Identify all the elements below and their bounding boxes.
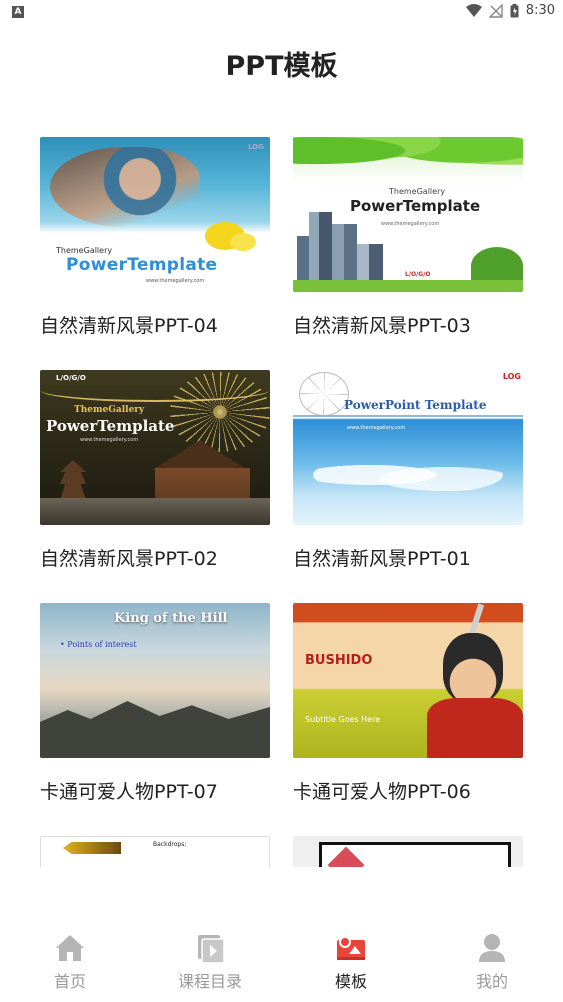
template-title[interactable]: 卡通可爱人物PPT-06 bbox=[293, 777, 471, 804]
notification-badge: A bbox=[12, 6, 24, 18]
template-thumbnail[interactable]: Backdrops: bbox=[40, 836, 270, 867]
thumb-bullet: • Points of interest bbox=[60, 640, 137, 649]
template-card[interactable] bbox=[293, 836, 523, 867]
template-thumbnail[interactable]: LOG PowerPoint Template www.themegallery… bbox=[293, 370, 523, 525]
template-card[interactable]: LOG PowerPoint Template www.themegallery… bbox=[293, 370, 523, 570]
template-card[interactable]: King of the Hill • Points of interest 卡通… bbox=[40, 603, 270, 803]
battery-icon bbox=[510, 3, 519, 17]
pagoda-image bbox=[60, 460, 86, 500]
template-card[interactable]: Backdrops: bbox=[40, 836, 270, 867]
leaves-image bbox=[293, 137, 523, 182]
nav-label-profile: 我的 bbox=[475, 972, 508, 991]
wifi-icon bbox=[465, 3, 482, 17]
page-title: PPT模板 bbox=[225, 51, 338, 82]
nav-item-template[interactable]: 模板 bbox=[306, 932, 396, 992]
template-icon bbox=[337, 936, 365, 960]
nav-label-template: 模板 bbox=[334, 972, 367, 991]
thumb-title: BUSHIDO bbox=[305, 653, 373, 668]
template-card[interactable]: LOG ThemeGallery PowerTemplate www.theme… bbox=[40, 137, 270, 337]
compass-image bbox=[299, 372, 349, 416]
profile-icon bbox=[479, 934, 505, 962]
template-grid: LOG ThemeGallery PowerTemplate www.theme… bbox=[40, 137, 523, 867]
thumb-divider bbox=[293, 415, 523, 417]
nav-item-course-catalog[interactable]: 课程目录 bbox=[165, 932, 255, 992]
thumb-title: PowerPoint Template bbox=[344, 398, 487, 412]
template-title[interactable]: 自然清新风景PPT-03 bbox=[293, 311, 471, 338]
thumb-logo: L/O/G/O bbox=[56, 374, 86, 382]
thumb-logo: L/O/G/O bbox=[405, 271, 431, 278]
course-catalog-icon bbox=[198, 935, 225, 964]
thumb-title: PowerTemplate bbox=[46, 417, 175, 435]
bottom-navigation: 首页 课程目录 模板 我的 bbox=[0, 924, 563, 1002]
clouds-image bbox=[313, 455, 503, 495]
status-icons: 8:30 bbox=[465, 3, 555, 18]
nav-item-home[interactable]: 首页 bbox=[25, 932, 115, 992]
thumb-logo: LOG bbox=[502, 372, 521, 381]
template-thumbnail[interactable]: LOG ThemeGallery PowerTemplate www.theme… bbox=[40, 137, 270, 292]
template-title[interactable]: 卡通可爱人物PPT-07 bbox=[40, 777, 218, 804]
grass-image bbox=[293, 280, 523, 292]
nav-item-profile[interactable]: 我的 bbox=[447, 932, 537, 992]
thumb-heading: Backdrops: bbox=[153, 841, 187, 848]
nav-label-home: 首页 bbox=[53, 972, 86, 991]
template-thumbnail[interactable]: L/O/G/O ThemeGallery PowerTemplate www.t… bbox=[40, 370, 270, 525]
thumb-title: PowerTemplate bbox=[350, 197, 481, 215]
thumb-url: www.themegallery.com bbox=[146, 278, 205, 284]
thumb-logo bbox=[63, 842, 121, 854]
template-card[interactable]: BUSHIDO Subtitle Goes Here 卡通可爱人物PPT-06 bbox=[293, 603, 523, 803]
thumb-title: PowerTemplate bbox=[66, 255, 218, 275]
samurai-body bbox=[427, 698, 523, 758]
thumb-brand: ThemeGallery bbox=[56, 246, 113, 255]
swimmer-image bbox=[50, 147, 200, 227]
temple-base bbox=[40, 498, 270, 525]
samurai-head bbox=[443, 633, 503, 703]
thumb-brand: ThemeGallery bbox=[389, 187, 446, 196]
thumb-subtitle: Subtitle Goes Here bbox=[305, 715, 381, 724]
thumb-url: www.themegallery.com bbox=[80, 437, 139, 443]
fish-image bbox=[230, 233, 256, 251]
thumb-url: www.themegallery.com bbox=[381, 221, 440, 227]
fireworks-image bbox=[170, 372, 270, 452]
template-thumbnail[interactable]: King of the Hill • Points of interest bbox=[40, 603, 270, 758]
template-thumbnail[interactable]: ThemeGallery PowerTemplate www.themegall… bbox=[293, 137, 523, 292]
template-title[interactable]: 自然清新风景PPT-04 bbox=[40, 311, 218, 338]
nav-label-course-catalog: 课程目录 bbox=[177, 972, 242, 991]
thumb-title: King of the Hill bbox=[114, 611, 228, 626]
status-bar: A 8:30 bbox=[0, 0, 563, 24]
thumb-brand: ThemeGallery bbox=[74, 405, 145, 415]
no-signal-icon bbox=[488, 3, 503, 18]
template-card[interactable]: ThemeGallery PowerTemplate www.themegall… bbox=[293, 137, 523, 337]
mountains-image bbox=[40, 701, 270, 758]
template-title[interactable]: 自然清新风景PPT-01 bbox=[293, 544, 471, 571]
template-thumbnail[interactable] bbox=[293, 836, 523, 867]
template-thumbnail[interactable]: BUSHIDO Subtitle Goes Here bbox=[293, 603, 523, 758]
thumb-logo: LOG bbox=[248, 143, 264, 151]
home-icon bbox=[56, 935, 84, 961]
template-card[interactable]: L/O/G/O ThemeGallery PowerTemplate www.t… bbox=[40, 370, 270, 570]
status-time: 8:30 bbox=[525, 3, 555, 18]
thumb-url: www.themegallery.com bbox=[347, 425, 406, 431]
template-title[interactable]: 自然清新风景PPT-02 bbox=[40, 544, 218, 571]
